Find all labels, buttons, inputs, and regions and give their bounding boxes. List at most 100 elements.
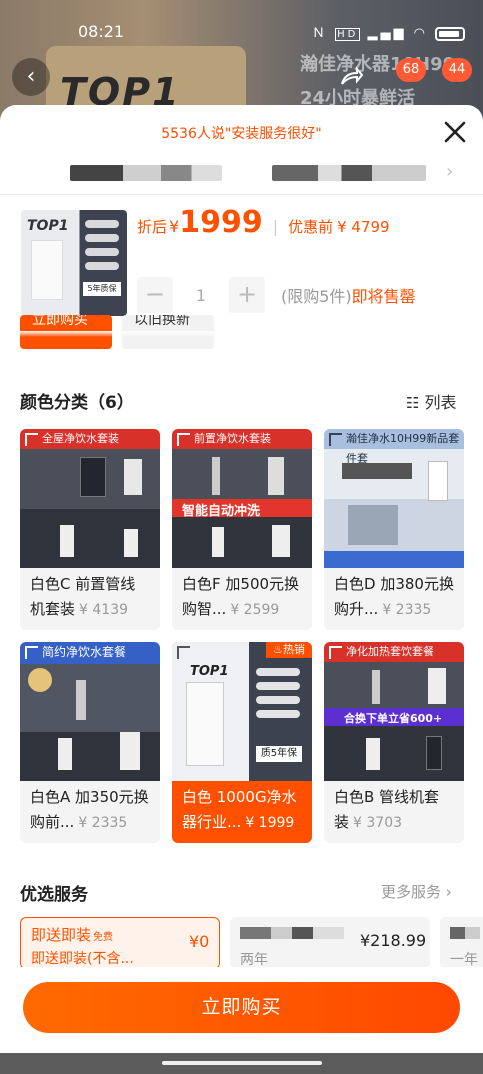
warranty-badge: 质5年保 bbox=[256, 746, 302, 762]
feature-pill bbox=[85, 262, 119, 270]
wifi-icon: ◠ bbox=[413, 26, 429, 41]
services-title: 优选服务 bbox=[20, 885, 88, 905]
status-bar: 08:21 Ｎ HD ▂▄▆ ◠ bbox=[0, 0, 483, 44]
product-image bbox=[124, 459, 142, 495]
feature-pill bbox=[85, 248, 119, 256]
quantity-value[interactable]: 1 bbox=[173, 286, 229, 305]
limit-text: (限购5件) bbox=[281, 287, 352, 306]
blurred-service-title bbox=[240, 927, 344, 939]
list-icon: ☷ bbox=[406, 394, 420, 412]
feature-pill bbox=[256, 682, 300, 690]
nfc-icon: Ｎ bbox=[312, 26, 329, 41]
cart-count-badge[interactable]: 68 bbox=[396, 58, 426, 82]
variant-label: TOP1 bbox=[190, 664, 229, 679]
discounted-price: 1999 bbox=[179, 205, 263, 240]
back-button[interactable]: ‹ bbox=[12, 58, 50, 96]
system-nav-bar bbox=[0, 1053, 483, 1074]
chevron-right-icon: › bbox=[445, 883, 452, 901]
hot-sale-label: 热销 bbox=[282, 643, 305, 656]
product-image bbox=[428, 461, 448, 501]
zoom-icon[interactable] bbox=[25, 646, 38, 659]
more-services-label: 更多服务 bbox=[381, 883, 442, 901]
product-image bbox=[426, 736, 442, 770]
product-image bbox=[120, 732, 140, 770]
variant-text: 白色C 前置管线机套装 ¥ 4139 bbox=[20, 568, 160, 630]
variant-text: 白色F 加500元换购智... ¥ 2599 bbox=[172, 568, 312, 630]
close-icon[interactable] bbox=[440, 117, 470, 147]
thumbnail-badge: 5年质保 bbox=[83, 282, 121, 296]
list-label: 列表 bbox=[424, 393, 457, 412]
variant-image: 简约净饮水套餐 bbox=[20, 642, 160, 781]
status-icons: Ｎ HD ▂▄▆ ◠ bbox=[312, 22, 466, 41]
sold-out-soon-text: 即将售罄 bbox=[351, 287, 416, 306]
product-image bbox=[272, 525, 290, 557]
message-count-badge[interactable]: 44 bbox=[442, 58, 472, 82]
service-option[interactable]: 两年 ¥218.99 bbox=[230, 917, 430, 969]
price-row: 折后 ¥ 1999 | 优惠前 ¥ 4799 bbox=[137, 205, 390, 245]
zoom-icon[interactable] bbox=[329, 646, 342, 659]
variant-card-selected[interactable]: ♨热销 TOP1 质5年保 白色 1000G净水器行业... ¥ 1999 bbox=[172, 642, 312, 843]
currency-symbol: ¥ bbox=[169, 217, 180, 236]
increase-quantity-button[interactable]: + bbox=[229, 277, 265, 313]
variant-card[interactable]: 净化加热套饮套餐 合换下单立省600+ 白色B 管线机套装 ¥ 3703 bbox=[324, 642, 464, 843]
feature-pill bbox=[256, 696, 300, 704]
background-title-line1: 瀚佳净水器10H99 bbox=[300, 54, 456, 75]
variant-price: ¥ 1999 bbox=[245, 815, 295, 831]
list-view-toggle[interactable]: ☷ 列表 bbox=[406, 389, 457, 413]
hot-sale-badge: ♨热销 bbox=[266, 642, 312, 658]
buy-now-peek-label: 立即购买 bbox=[32, 315, 88, 328]
home-indicator[interactable] bbox=[162, 1061, 322, 1065]
variant-ribbon: 简约净饮水套餐 bbox=[42, 645, 127, 659]
zoom-icon[interactable] bbox=[177, 433, 190, 446]
variant-ribbon: 瀚佳净水10H99新品套件套 bbox=[346, 432, 460, 465]
variant-image: 全屋净饮水套装 bbox=[20, 429, 160, 568]
service-option[interactable]: 一年 bbox=[440, 917, 483, 969]
decrease-quantity-button[interactable]: − bbox=[137, 277, 173, 313]
zoom-icon[interactable] bbox=[25, 433, 38, 446]
trade-in-peek-label: 以旧换新 bbox=[134, 315, 190, 328]
status-time: 08:21 bbox=[78, 22, 125, 41]
variant-image: 净化加热套饮套餐 合换下单立省600+ bbox=[324, 642, 464, 781]
share-icon[interactable] bbox=[336, 64, 366, 94]
variant-text: 白色A 加350元换购前... ¥ 2335 bbox=[20, 781, 160, 843]
product-image bbox=[428, 668, 446, 704]
product-image bbox=[60, 525, 74, 557]
more-services-link[interactable]: 更多服务 › bbox=[381, 881, 452, 902]
variant-banner: 智能自动冲洗 bbox=[182, 504, 261, 519]
variant-price: ¥ 4139 bbox=[79, 602, 129, 618]
variant-card[interactable]: 全屋净饮水套装 白色C 前置管线机套装 ¥ 4139 bbox=[20, 429, 160, 630]
variant-grid: 全屋净饮水套装 白色C 前置管线机套装 ¥ 4139 前置净饮水套装 智能自动冲洗 bbox=[20, 429, 464, 843]
buy-now-button[interactable]: 立即购买 bbox=[23, 982, 460, 1033]
blurred-review bbox=[70, 165, 222, 181]
service-option-selected[interactable]: 即送即装 免费 即送即装(不含... ¥0 bbox=[20, 917, 220, 969]
variant-text: 白色B 管线机套装 ¥ 3703 bbox=[324, 781, 464, 843]
product-image bbox=[80, 457, 106, 497]
variant-card[interactable]: 前置净饮水套装 智能自动冲洗 白色F 加500元换购智... ¥ 2599 bbox=[172, 429, 312, 630]
after-discount-label: 折后 bbox=[137, 218, 168, 236]
product-thumbnail[interactable]: TOP1 5年质保 bbox=[21, 210, 127, 316]
sku-sheet: 5536人说"安装服务很好" › TOP1 5年质保 折后 ¥ 1999 | 优… bbox=[0, 105, 483, 1074]
original-price: ¥ 4799 bbox=[337, 218, 390, 236]
quantity-stepper: − 1 + (限购5件)即将售罄 bbox=[137, 277, 416, 313]
variant-ribbon: 全屋净饮水套装 bbox=[42, 432, 119, 445]
service-desc: 即送即装(不含... bbox=[31, 951, 134, 967]
feature-pill bbox=[85, 220, 119, 228]
product-image bbox=[372, 670, 380, 704]
zoom-icon[interactable] bbox=[177, 646, 190, 659]
variant-ribbon: 净化加热套饮套餐 bbox=[346, 645, 434, 658]
variant-card[interactable]: 瀚佳净水10H99新品套件套 白色D 加380元换购升... ¥ 2335 bbox=[324, 429, 464, 630]
product-image bbox=[212, 457, 220, 495]
zoom-icon[interactable] bbox=[329, 433, 342, 446]
variant-banner: 合换下单立省600+ bbox=[344, 712, 443, 725]
variant-text: 白色 1000G净水器行业... ¥ 1999 bbox=[172, 781, 312, 843]
thumbnail-label: TOP1 bbox=[27, 218, 69, 234]
chevron-right-icon[interactable]: › bbox=[446, 161, 453, 182]
hd-icon: HD bbox=[335, 28, 361, 41]
variant-price: ¥ 2599 bbox=[230, 602, 280, 618]
variant-price: ¥ 2335 bbox=[78, 815, 128, 831]
variant-card[interactable]: 简约净饮水套餐 白色A 加350元换购前... ¥ 2335 bbox=[20, 642, 160, 843]
feature-pill bbox=[85, 234, 119, 242]
color-category-title: 颜色分类（6） bbox=[20, 393, 134, 413]
signal-icon: ▂▄▆ bbox=[367, 26, 407, 41]
blurred-service-title bbox=[450, 927, 480, 939]
